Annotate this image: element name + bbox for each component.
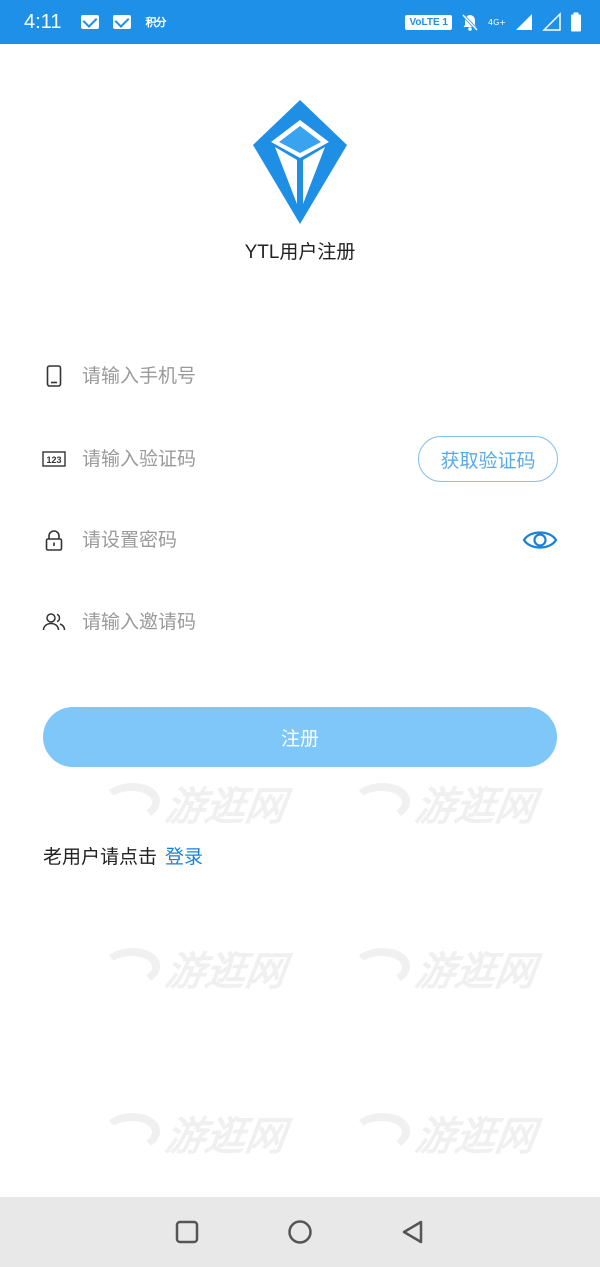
recents-icon[interactable] xyxy=(167,1212,207,1252)
register-page: 游逛网 游逛网 游逛网 游逛网 游逛网 游逛网 游逛网 YTL用户注册 xyxy=(0,44,600,1197)
signal-icon xyxy=(516,14,532,30)
phone-field-row xyxy=(42,351,558,401)
watermark-text: 游逛网 xyxy=(412,784,539,830)
signal-empty-icon xyxy=(542,12,561,31)
watermark-text: 游逛网 xyxy=(162,784,289,830)
watermark-logo xyxy=(97,1113,163,1153)
system-nav-bar xyxy=(0,1197,600,1267)
page-title: YTL用户注册 xyxy=(244,242,356,263)
code-field-row: 123 获取验证码 xyxy=(42,434,558,484)
status-time: 4:11 xyxy=(24,10,62,33)
eye-icon[interactable] xyxy=(522,527,558,553)
watermark-text: 游逛网 xyxy=(412,949,539,995)
status-bar: 4:11 积分 VoLTE 1 4G+ xyxy=(0,0,600,44)
login-prompt-text: 老用户请点击 xyxy=(43,846,158,868)
watermark: 游逛网 xyxy=(346,939,540,997)
login-prompt-row: 老用户请点击 登录 xyxy=(43,842,203,869)
register-button[interactable]: 注册 xyxy=(43,707,557,767)
password-field-row xyxy=(42,515,558,565)
app-notification-icon: 积分 xyxy=(145,16,166,29)
watermark-logo xyxy=(97,783,163,823)
users-icon xyxy=(42,610,66,634)
mail-icon xyxy=(113,15,132,29)
watermark-logo xyxy=(347,1113,413,1153)
diamond-logo xyxy=(253,100,347,224)
watermark: 游逛网 xyxy=(96,1104,290,1162)
invite-field-row xyxy=(42,597,558,647)
phone-icon xyxy=(42,364,66,388)
watermark: 游逛网 xyxy=(96,939,290,997)
watermark-text: 游逛网 xyxy=(162,1114,289,1160)
password-input[interactable] xyxy=(82,529,558,551)
notification-icons: 积分 xyxy=(81,14,166,30)
network-type: 4G+ xyxy=(488,17,506,27)
watermark-logo xyxy=(347,948,413,988)
lock-icon xyxy=(42,528,66,552)
mute-icon xyxy=(461,13,479,32)
watermark: 游逛网 xyxy=(346,1104,540,1162)
invite-input[interactable] xyxy=(82,611,558,633)
svg-text:123: 123 xyxy=(46,455,61,465)
numeric-123-icon: 123 xyxy=(42,447,66,471)
login-link[interactable]: 登录 xyxy=(165,842,203,869)
home-icon[interactable] xyxy=(280,1212,320,1252)
watermark: 游逛网 xyxy=(96,774,290,832)
watermark: 游逛网 xyxy=(346,774,540,832)
watermark-logo xyxy=(97,948,163,988)
back-icon[interactable] xyxy=(393,1212,433,1252)
mail-icon xyxy=(81,15,100,29)
watermark-logo xyxy=(347,783,413,823)
phone-input[interactable] xyxy=(82,365,558,387)
battery-icon xyxy=(571,12,581,32)
volte-badge: VoLTE 1 xyxy=(405,14,452,30)
watermark-text: 游逛网 xyxy=(412,1114,539,1160)
get-code-button[interactable]: 获取验证码 xyxy=(418,436,558,482)
system-icons: VoLTE 1 4G+ xyxy=(405,12,582,32)
watermark-text: 游逛网 xyxy=(162,949,289,995)
